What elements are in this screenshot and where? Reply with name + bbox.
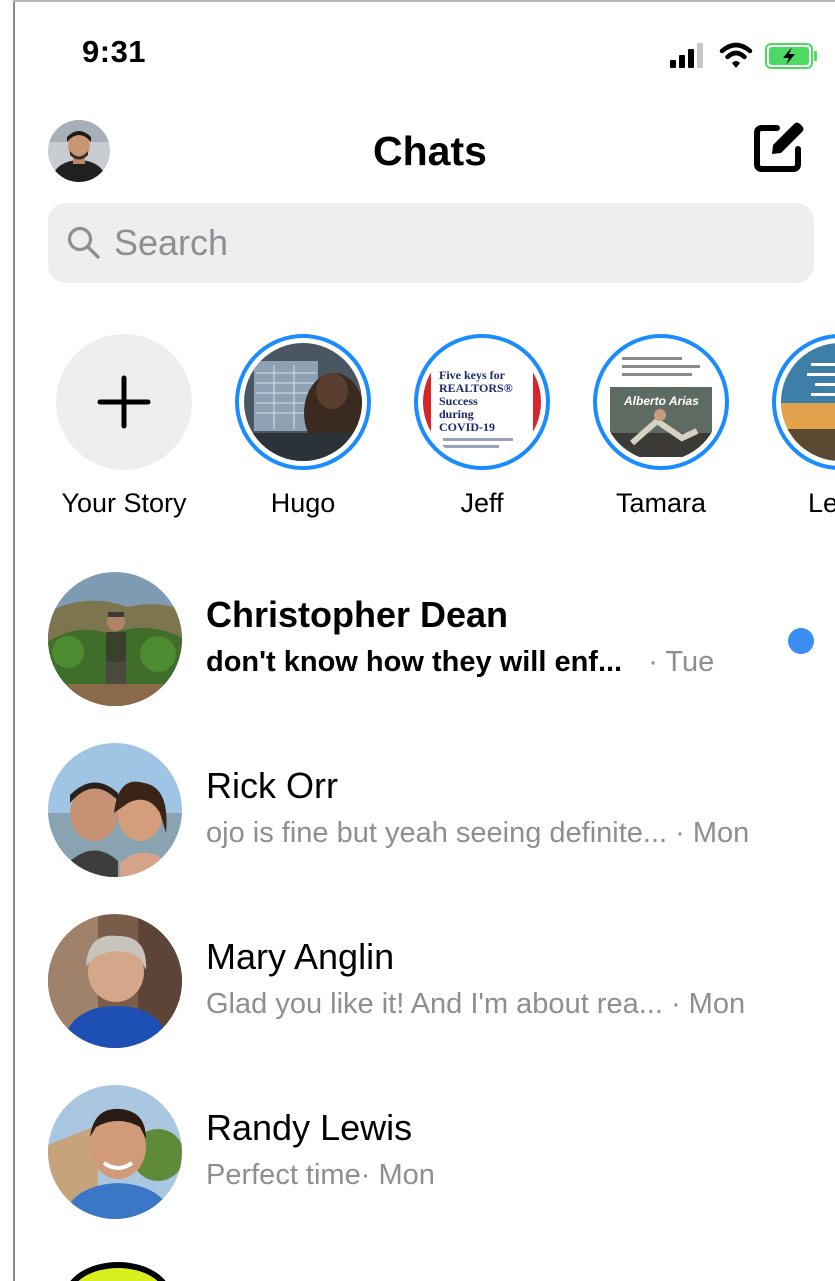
unread-indicator [788,628,814,654]
chat-row-rick-orr[interactable]: Rick Orr ojo is fine but yeah seeing def… [48,743,835,883]
search-bar[interactable] [48,203,814,283]
story-image-text: Five keys for [439,368,506,382]
chat-message: Perfect time [206,1159,361,1191]
story-ring: Alberto Arias [593,334,729,470]
story-label: Jeff [460,488,504,518]
battery-charging-icon [765,43,817,69]
story-label: Tamara [615,488,707,518]
story-image-text: during [439,407,474,421]
story-label: Hugo [270,488,336,518]
chat-row-randy-lewis[interactable]: Randy Lewis Perfect time · Mon [48,1085,835,1225]
story-thumbnail [244,343,362,461]
chat-preview: ojo is fine but yeah seeing definite... … [206,817,749,850]
avatar [48,743,182,877]
status-time: 9:31 [82,34,147,69]
story-ring: Five keys for REALTORS® Success during C… [414,334,550,470]
story-image-text: Success [439,394,478,408]
chat-time: · Mon [360,1159,435,1191]
search-input[interactable] [114,203,794,283]
story-thumbnail [781,343,835,461]
add-story-button[interactable] [56,334,192,470]
wifi-icon [719,42,753,68]
story-thumbnail: Five keys for REALTORS® Success during C… [423,343,541,461]
chat-name: Rick Orr [206,765,338,806]
chat-name: Mary Anglin [206,936,395,977]
chat-message: Glad you like it! And I'm about rea... [206,988,663,1020]
chat-time: · Tue [648,646,715,678]
page-title: Chats [373,128,487,174]
story-image-text: COVID-19 [439,420,495,434]
story-hugo[interactable]: Hugo [235,334,371,524]
chat-row-christopher-dean[interactable]: Christopher Dean don't know how they wil… [48,572,835,712]
chat-preview: don't know how they will enf... · Tue [206,646,714,679]
chat-row-mary-anglin[interactable]: Mary Anglin Glad you like it! And I'm ab… [48,914,835,1054]
chats-screen: 9:31 Chats Search Your Story Hugo Five k… [0,0,835,1281]
story-le[interactable]: Le [772,334,835,524]
story-tamara[interactable]: Alberto Arias Tamara [593,334,729,524]
avatar [48,1085,182,1219]
chat-time: · Mon [670,988,746,1020]
chat-message: don't know how they will enf... [206,646,623,678]
story-image-text: Alberto Arias [623,394,699,408]
compose-icon[interactable] [750,120,806,176]
window-edge [13,0,15,1281]
story-jeff[interactable]: Five keys for REALTORS® Success during C… [414,334,550,524]
chat-message: ojo is fine but yeah seeing definite... [206,817,668,849]
chat-name: Christopher Dean [206,594,509,635]
avatar [48,572,182,706]
story-thumbnail: Alberto Arias [602,343,720,461]
chat-preview: Perfect time · Mon [206,1159,435,1192]
story-your-story[interactable]: Your Story [56,334,192,524]
cellular-signal-icon [670,43,703,68]
status-icons [670,42,817,69]
chat-preview: Glad you like it! And I'm about rea... ·… [206,988,745,1021]
chat-time: · Mon [675,817,750,849]
story-ring [235,334,371,470]
avatar[interactable] [64,1262,172,1281]
story-label: Le [808,488,835,518]
plus-icon [97,375,151,429]
chat-name: Randy Lewis [206,1107,413,1148]
search-icon [67,226,100,259]
story-label: Your Story [61,488,187,518]
story-ring [772,334,835,470]
story-image-text: REALTORS® [439,381,513,395]
avatar [48,914,182,1048]
window-edge-top [13,0,835,2]
